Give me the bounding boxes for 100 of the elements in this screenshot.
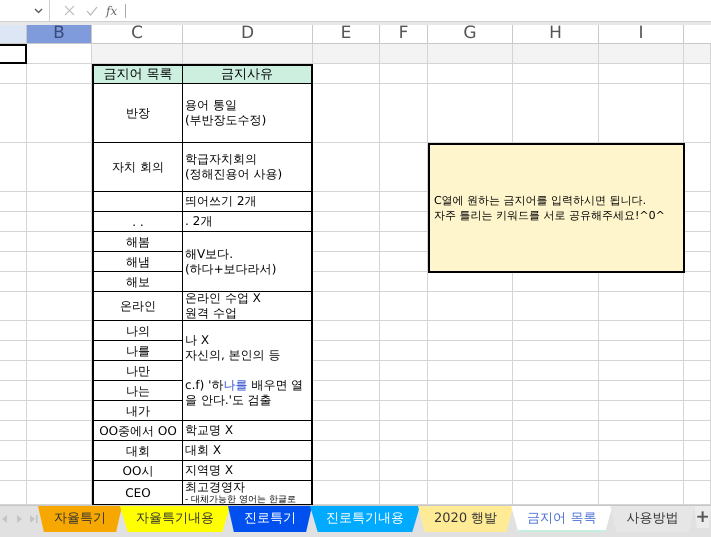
grid-cell <box>684 143 711 192</box>
grid-cell <box>380 381 428 401</box>
grid-cell <box>380 272 428 292</box>
grid-cell <box>0 292 27 321</box>
table-cell-text: 나 X 자신의, 본인의 등 c.f) '하나를 배우면 열을 안다.'도 검출 <box>185 333 304 408</box>
grid-cell <box>380 441 428 461</box>
sheet-tab[interactable]: 자율특기내용 <box>120 506 230 532</box>
grid-cell <box>684 272 711 292</box>
table-header-cell: 금지사유 <box>183 64 313 84</box>
grid-cell <box>380 461 428 481</box>
grid-cell <box>380 44 428 64</box>
cancel-icon[interactable] <box>64 5 75 16</box>
grid-cell <box>0 461 27 481</box>
grid-cell <box>27 341 92 361</box>
sheet-tab[interactable]: 금지어 목록 <box>511 506 612 532</box>
grid-cell <box>684 292 711 321</box>
column-header[interactable]: E <box>313 25 380 44</box>
grid-cell <box>27 361 92 381</box>
table-cell: 나는 <box>92 381 183 401</box>
grid-cell <box>27 461 92 481</box>
grid-cell <box>380 361 428 381</box>
table-cell-text: 지역명 X <box>185 463 234 478</box>
column-header[interactable]: G <box>428 25 513 44</box>
table-cell: 대회 <box>92 441 183 461</box>
grid-cell <box>27 401 92 421</box>
table-cell: 내가 <box>92 401 183 421</box>
grid-cell <box>27 292 92 321</box>
grid-cell <box>380 143 428 192</box>
grid-cell <box>684 421 711 441</box>
table-cell-text: 용어 통일 (부반장도수정) <box>185 98 268 128</box>
grid-cell <box>27 272 92 292</box>
scroll-right-icon[interactable] <box>16 515 22 523</box>
grid-cell <box>0 212 27 232</box>
table-cell-text: 해V보다. (하다+보다라서) <box>185 246 278 276</box>
grid-cell <box>0 232 27 252</box>
check-icon[interactable] <box>86 6 98 16</box>
grid-cell <box>0 272 27 292</box>
grid-cell <box>0 381 27 401</box>
grid-cell <box>313 44 380 64</box>
table-cell: 나의 <box>92 321 183 341</box>
grid-cell <box>0 192 27 212</box>
table-cell: OO시 <box>92 461 183 481</box>
grid-cell <box>27 44 92 64</box>
column-header[interactable]: H <box>513 25 599 44</box>
grid-cell <box>380 212 428 232</box>
grid-cell <box>684 252 711 272</box>
grid-cell <box>27 192 92 212</box>
grid-cell <box>0 341 27 361</box>
grid-cell <box>27 441 92 461</box>
grid-cell <box>0 321 27 341</box>
grid-cell <box>380 292 428 321</box>
table-cell-text: 띄어쓰기 2개 <box>185 194 258 209</box>
note-text: C열에 원하는 금지어를 입력하시면 됩니다. <box>434 193 648 208</box>
grid-cell <box>684 381 711 401</box>
sheet-tab[interactable]: 자율특기 <box>38 506 122 532</box>
grid-cell <box>27 232 92 252</box>
table-cell: 해보 <box>92 272 183 292</box>
grid-cell <box>380 232 428 252</box>
grid-cell <box>684 84 711 143</box>
sheet-tab[interactable]: 진로특기 <box>228 506 312 532</box>
grid-cell <box>380 421 428 441</box>
column-header[interactable]: I <box>599 25 684 44</box>
sheet-tab[interactable]: 사용방법 <box>610 506 694 532</box>
grid-cell <box>380 341 428 361</box>
table-cell: CEO <box>92 481 183 505</box>
column-header[interactable]: C <box>92 25 183 44</box>
table-cell: 반장 <box>92 84 183 143</box>
grid-cell <box>27 421 92 441</box>
table-cell: 해냄 <box>92 252 183 272</box>
grid-cell <box>380 401 428 421</box>
add-sheet-button[interactable]: + <box>694 506 711 528</box>
chevron-down-icon[interactable] <box>34 8 43 14</box>
function-button[interactable]: fx <box>106 2 118 20</box>
grid-cell <box>0 441 27 461</box>
column-header[interactable]: F <box>380 25 428 44</box>
grid-cell <box>0 421 27 441</box>
grid-cell <box>0 84 27 143</box>
table-cell-text: . 2개 <box>185 214 214 229</box>
grid-cell <box>380 321 428 341</box>
grid-cell <box>313 64 380 84</box>
table-cell-text: 학급자치회의 (정해진용어 사용) <box>185 152 284 182</box>
grid-cell <box>684 192 711 212</box>
grid-cell <box>684 361 711 381</box>
table-cell: 나를 <box>92 341 183 361</box>
scroll-last-icon[interactable] <box>30 515 38 523</box>
grid-cell <box>0 64 27 84</box>
sheet-tab[interactable]: 2020 행발 <box>418 506 514 532</box>
table-cell: OO중에서 OO <box>92 421 183 441</box>
grid-cell <box>684 461 711 481</box>
table-cell-text: 대회 X <box>185 443 222 458</box>
grid-cell <box>684 401 711 421</box>
grid-cell <box>684 212 711 232</box>
column-header[interactable]: D <box>183 25 313 44</box>
grid-cell <box>0 143 27 192</box>
scroll-left-icon[interactable] <box>2 515 8 523</box>
grid-cell <box>27 321 92 341</box>
grid-cell <box>0 401 27 421</box>
table-cell-note: - 대체가능한 영어는 한글로 <box>185 495 297 504</box>
table-cell: 자치 회의 <box>92 143 183 192</box>
selected-cell[interactable] <box>0 44 27 64</box>
